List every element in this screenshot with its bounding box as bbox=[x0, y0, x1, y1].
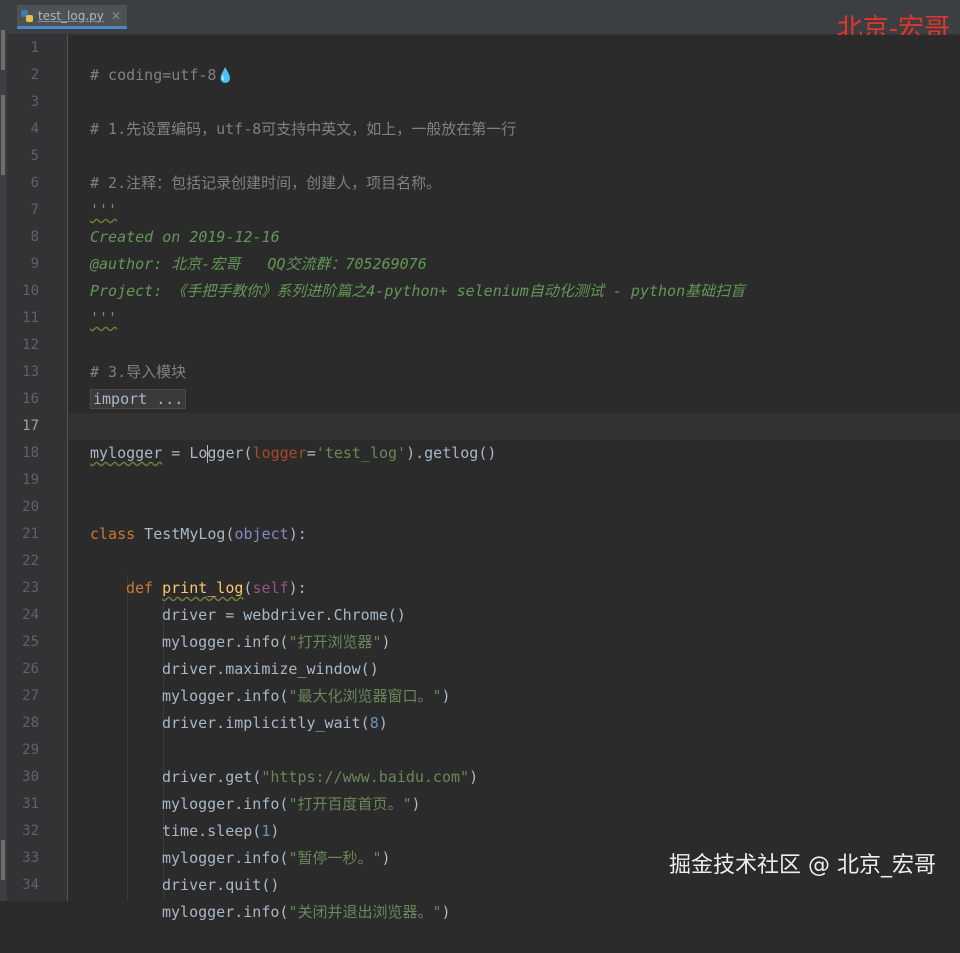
string: 'test_log' bbox=[315, 444, 407, 462]
line-number: 29 bbox=[22, 742, 39, 758]
keyword: class bbox=[90, 525, 136, 543]
line-number: 10 bbox=[22, 283, 39, 299]
line-number: 9 bbox=[30, 256, 39, 272]
code-line-17[interactable]: mylogger = Logger(logger='test_log').get… bbox=[68, 413, 960, 463]
code-line-7[interactable]: Created on 2019-12-16 bbox=[68, 197, 960, 246]
line-number: 4 bbox=[30, 121, 39, 137]
tool-window-button-project[interactable] bbox=[1, 30, 5, 70]
class-name: gger bbox=[207, 444, 244, 462]
number: 8 bbox=[369, 714, 379, 732]
class-name: Lo bbox=[189, 444, 208, 462]
code-line-9[interactable]: Project: 《手把手教你》系列进阶篇之4-python+ selenium… bbox=[68, 251, 960, 300]
close-icon[interactable]: ✕ bbox=[111, 9, 121, 23]
line-number: 1 bbox=[30, 40, 39, 56]
code-line-23[interactable]: driver = webdriver.Chrome() bbox=[68, 575, 960, 624]
tab-test-log-py[interactable]: test_log.py ✕ bbox=[17, 5, 127, 29]
code-line-32[interactable]: mylogger.info("暂停一秒。") bbox=[68, 818, 960, 867]
code-line-3[interactable]: # 1.先设置编码，utf-8可支持中英文，如上，一般放在第一行 bbox=[68, 89, 960, 138]
code-line-24[interactable]: mylogger.info("打开浏览器") bbox=[68, 602, 960, 651]
line-number: 8 bbox=[30, 229, 39, 245]
method-call: driver.implicitly_wait( bbox=[162, 714, 370, 732]
line-number-gutter[interactable]: 1 2 3 4 5 6 7 8 9 10 11 12 13 16 17 18 1… bbox=[7, 35, 68, 901]
code-line-30[interactable]: mylogger.info("打开百度首页。") bbox=[68, 764, 960, 813]
line-number: 2 bbox=[30, 67, 39, 83]
tool-window-button-favorites[interactable] bbox=[1, 840, 5, 880]
line-number: 24 bbox=[22, 607, 39, 623]
line-number-current: 17 bbox=[22, 418, 39, 434]
paren: ) bbox=[378, 714, 388, 732]
flame-icon: 💧 bbox=[216, 68, 234, 84]
line-number: 3 bbox=[30, 94, 39, 110]
code-line-20[interactable]: class TestMyLog(object): bbox=[68, 494, 960, 543]
line-number: 28 bbox=[22, 715, 39, 731]
line-number: 20 bbox=[22, 499, 39, 515]
comment: # 1.先设置编码，utf-8可支持中英文，如上，一般放在第一行 bbox=[90, 120, 517, 138]
line-number: 19 bbox=[22, 472, 39, 488]
line-number: 21 bbox=[22, 526, 39, 542]
line-number: 5 bbox=[30, 148, 39, 164]
line-number: 30 bbox=[22, 769, 39, 785]
method-call: mylogger.info( bbox=[162, 903, 289, 921]
editor-tab-bar: test_log.py ✕ bbox=[7, 0, 960, 35]
tool-window-button-structure[interactable] bbox=[1, 95, 5, 175]
paren: ( bbox=[243, 444, 253, 462]
line-number: 26 bbox=[22, 661, 39, 677]
code-line-22[interactable]: def print_log(self): bbox=[68, 548, 960, 597]
watermark-bottom: 掘金技术社区 @ 北京_宏哥 bbox=[669, 853, 936, 878]
code-line-27[interactable]: driver.implicitly_wait(8) bbox=[68, 683, 960, 732]
python-file-icon bbox=[21, 9, 33, 22]
code-line-5[interactable]: # 2.注释：包括记录创建时间，创建人，项目名称。 bbox=[68, 143, 960, 192]
punctuation: ): bbox=[288, 525, 307, 543]
line-number: 7 bbox=[30, 202, 39, 218]
docstring-close: ''' bbox=[90, 309, 118, 327]
code-line-13[interactable]: import ... bbox=[68, 359, 960, 409]
class-name: TestMyLog( bbox=[135, 525, 235, 543]
line-number: 23 bbox=[22, 580, 39, 596]
line-number: 25 bbox=[22, 634, 39, 650]
builtin: object bbox=[234, 525, 289, 543]
folded-imports[interactable]: import ... bbox=[90, 389, 187, 409]
operator: = bbox=[162, 444, 190, 462]
line-number: 32 bbox=[22, 823, 39, 839]
line-number: 11 bbox=[22, 310, 39, 326]
operator: = bbox=[306, 444, 316, 462]
code-line-8[interactable]: @author: 北京-宏哥 QQ交流群：705269076 bbox=[68, 224, 960, 273]
keyword-arg: logger bbox=[252, 444, 307, 462]
line-number: 18 bbox=[22, 445, 39, 461]
line-number: 33 bbox=[22, 850, 39, 866]
line-number: 27 bbox=[22, 688, 39, 704]
string: "关闭并退出浏览器。" bbox=[288, 903, 442, 921]
line-number: 12 bbox=[22, 337, 39, 353]
code-line-26[interactable]: mylogger.info("最大化浏览器窗口。") bbox=[68, 656, 960, 705]
code-line-31[interactable]: time.sleep(1) bbox=[68, 791, 960, 840]
code-line-1[interactable]: # coding=utf-8💧 bbox=[68, 35, 960, 84]
code-line-25[interactable]: driver.maximize_window() bbox=[68, 629, 960, 678]
code-line-10[interactable]: ''' bbox=[68, 278, 960, 327]
code-editor[interactable]: # coding=utf-8💧 # 1.先设置编码，utf-8可支持中英文，如上… bbox=[68, 35, 960, 921]
code-line-6[interactable]: ''' bbox=[68, 170, 960, 219]
line-number: 16 bbox=[22, 391, 39, 407]
code-line-12[interactable]: # 3.导入模块 bbox=[68, 332, 960, 381]
line-number: 13 bbox=[22, 364, 39, 380]
line-number: 22 bbox=[22, 553, 39, 569]
paren: ) bbox=[441, 903, 451, 921]
line-number: 6 bbox=[30, 175, 39, 191]
line-number: 31 bbox=[22, 796, 39, 812]
line-number: 34 bbox=[22, 877, 39, 893]
code-line-29[interactable]: driver.get("https://www.baidu.com") bbox=[68, 737, 960, 786]
variable: mylogger bbox=[90, 444, 163, 462]
comment: # coding=utf-8 bbox=[90, 66, 217, 84]
tab-label: test_log.py bbox=[38, 8, 104, 23]
method-call: ).getlog() bbox=[406, 444, 497, 462]
